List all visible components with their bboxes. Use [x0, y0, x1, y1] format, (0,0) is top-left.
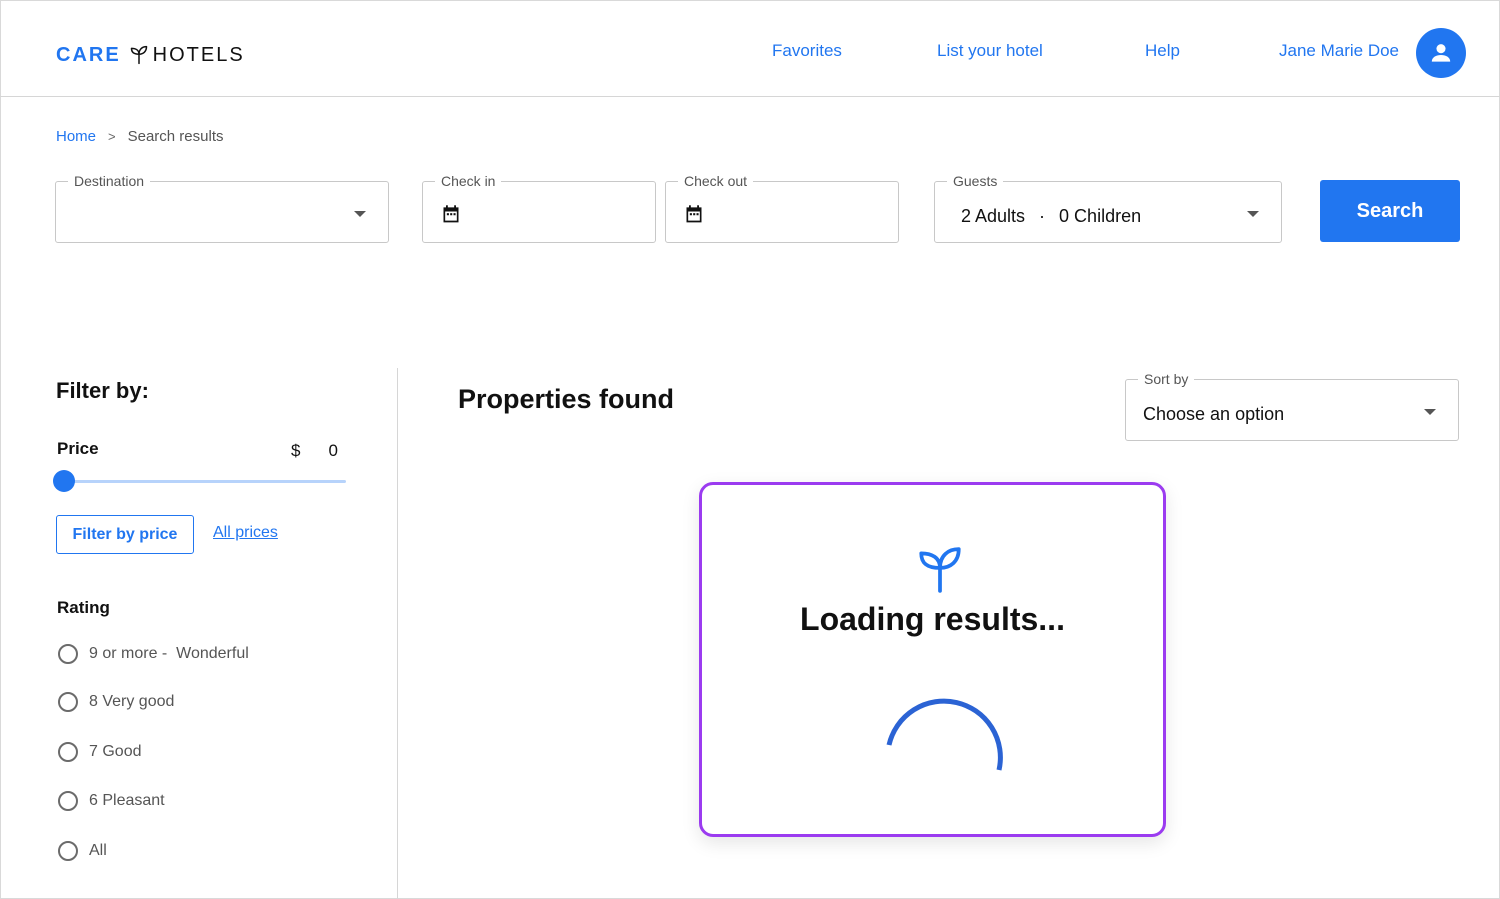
loading-spinner-icon	[886, 698, 1003, 771]
price-label: Price	[57, 439, 99, 458]
all-prices-link[interactable]: All prices	[213, 524, 278, 542]
loading-text: Loading results...	[800, 601, 1065, 637]
radio-unchecked-icon[interactable]	[58, 644, 78, 664]
logo-care-text: CARE	[56, 43, 121, 66]
chevron-down-icon	[1424, 409, 1436, 415]
sidebar-divider	[397, 368, 398, 899]
radio-unchecked-icon[interactable]	[58, 692, 78, 712]
rating-option-8[interactable]: 8 Very good	[58, 692, 174, 712]
rating-option-label: 7 Good	[89, 743, 142, 760]
breadcrumb-home-link[interactable]: Home	[56, 128, 96, 145]
guests-select[interactable]: Guests 2 Adults · 0 Children	[934, 173, 1282, 243]
destination-label: Destination	[68, 173, 151, 189]
price-slider-track[interactable]	[64, 480, 346, 483]
rating-option-label: 9 or more - Wonderful	[89, 645, 249, 662]
guests-adults: 2 Adults	[961, 206, 1026, 226]
rating-option-6[interactable]: 6 Pleasant	[58, 791, 165, 811]
sprout-icon	[919, 547, 961, 593]
filter-by-price-button[interactable]: Filter by price	[56, 515, 194, 554]
destination-select[interactable]: Destination	[55, 173, 389, 243]
user-name-link[interactable]: Jane Marie Doe	[1279, 41, 1399, 61]
search-button[interactable]: Search	[1320, 180, 1460, 242]
check-out-label: Check out	[678, 173, 754, 189]
rating-option-label: 8 Very good	[89, 693, 175, 710]
price-slider-thumb[interactable]	[53, 470, 75, 492]
price-value: 0	[328, 441, 338, 460]
nav-help-link[interactable]: Help	[1145, 41, 1180, 61]
guests-value: 2 Adults · 0 Children	[961, 206, 1141, 227]
guests-separator: ·	[1039, 206, 1046, 226]
person-icon	[1431, 44, 1451, 62]
rating-option-7[interactable]: 7 Good	[58, 742, 141, 762]
nav-favorites-link[interactable]: Favorites	[772, 41, 842, 61]
filter-title: Filter by:	[56, 378, 149, 403]
check-in-field[interactable]: Check in	[422, 173, 656, 243]
rating-option-9[interactable]: 9 or more - Wonderful	[58, 644, 249, 664]
rating-option-label: All	[89, 842, 107, 859]
radio-unchecked-icon[interactable]	[58, 742, 78, 762]
rating-option-all[interactable]: All	[58, 841, 107, 861]
rating-option-label: 6 Pleasant	[89, 792, 165, 809]
check-in-label: Check in	[435, 173, 502, 189]
top-header: CARE HOTELS Favorites List your hotel He…	[0, 0, 1500, 97]
breadcrumb: Home > Search results	[56, 128, 223, 145]
calendar-icon	[686, 205, 702, 223]
sort-by-select[interactable]: Sort by Choose an option	[1125, 371, 1459, 441]
price-currency: $	[291, 441, 301, 460]
results-title: Properties found	[458, 384, 675, 414]
rating-title: Rating	[57, 598, 110, 617]
chevron-down-icon	[1247, 211, 1259, 217]
brand-logo[interactable]: CARE HOTELS	[56, 43, 245, 67]
chevron-down-icon	[354, 211, 366, 217]
guests-children: 0 Children	[1059, 206, 1142, 226]
loading-dialog: Loading results...	[699, 482, 1166, 837]
nav-list-hotel-link[interactable]: List your hotel	[937, 41, 1043, 61]
guests-label: Guests	[947, 173, 1004, 189]
chevron-right-icon: >	[108, 129, 116, 144]
check-out-field[interactable]: Check out	[665, 173, 899, 243]
price-readout: $ 0	[291, 441, 338, 461]
radio-unchecked-icon[interactable]	[58, 791, 78, 811]
radio-unchecked-icon[interactable]	[58, 841, 78, 861]
sprout-logo-icon	[130, 45, 147, 65]
calendar-icon	[443, 205, 459, 223]
sort-by-value: Choose an option	[1143, 404, 1285, 424]
logo-hotels-text: HOTELS	[152, 43, 245, 66]
breadcrumb-current: Search results	[127, 128, 224, 145]
user-avatar[interactable]	[1416, 28, 1466, 78]
sort-by-label: Sort by	[1138, 371, 1195, 387]
